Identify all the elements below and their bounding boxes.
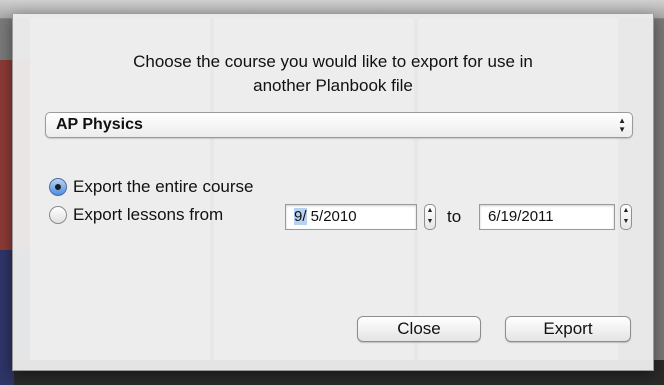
dialog-prompt: Choose the course you would like to expo… xyxy=(13,50,653,98)
date-from-rest: 5/2010 xyxy=(306,208,357,225)
course-popup-value: AP Physics xyxy=(56,116,143,133)
prompt-line-2: another Planbook file xyxy=(253,76,413,95)
to-label: to xyxy=(447,207,462,226)
radio-label: Export the entire course xyxy=(73,177,254,196)
updown-arrows-icon: ▲ ▼ xyxy=(618,116,626,134)
date-to-stepper[interactable]: ▲ ▼ xyxy=(620,204,632,230)
radio-label: Export lessons from xyxy=(73,205,224,224)
export-button[interactable]: Export xyxy=(505,316,631,342)
date-to-field[interactable]: 6/19/2011 xyxy=(479,204,615,230)
prompt-line-1: Choose the course you would like to expo… xyxy=(133,52,533,71)
export-course-dialog: Choose the course you would like to expo… xyxy=(12,14,654,371)
date-from-stepper[interactable]: ▲ ▼ xyxy=(424,204,436,230)
radio-export-lessons-from[interactable]: Export lessons from xyxy=(49,205,223,225)
date-from-month-selected: 9/ xyxy=(294,208,307,225)
date-from-field[interactable]: 9/ 5/2010 xyxy=(285,204,417,230)
radio-button-selected[interactable] xyxy=(49,178,67,196)
radio-export-entire-course[interactable]: Export the entire course xyxy=(49,177,253,197)
course-popup-button[interactable]: AP Physics ▲ ▼ xyxy=(45,112,633,138)
radio-button[interactable] xyxy=(49,206,67,224)
date-to-value: 6/19/2011 xyxy=(488,208,554,225)
close-button[interactable]: Close xyxy=(357,316,481,342)
